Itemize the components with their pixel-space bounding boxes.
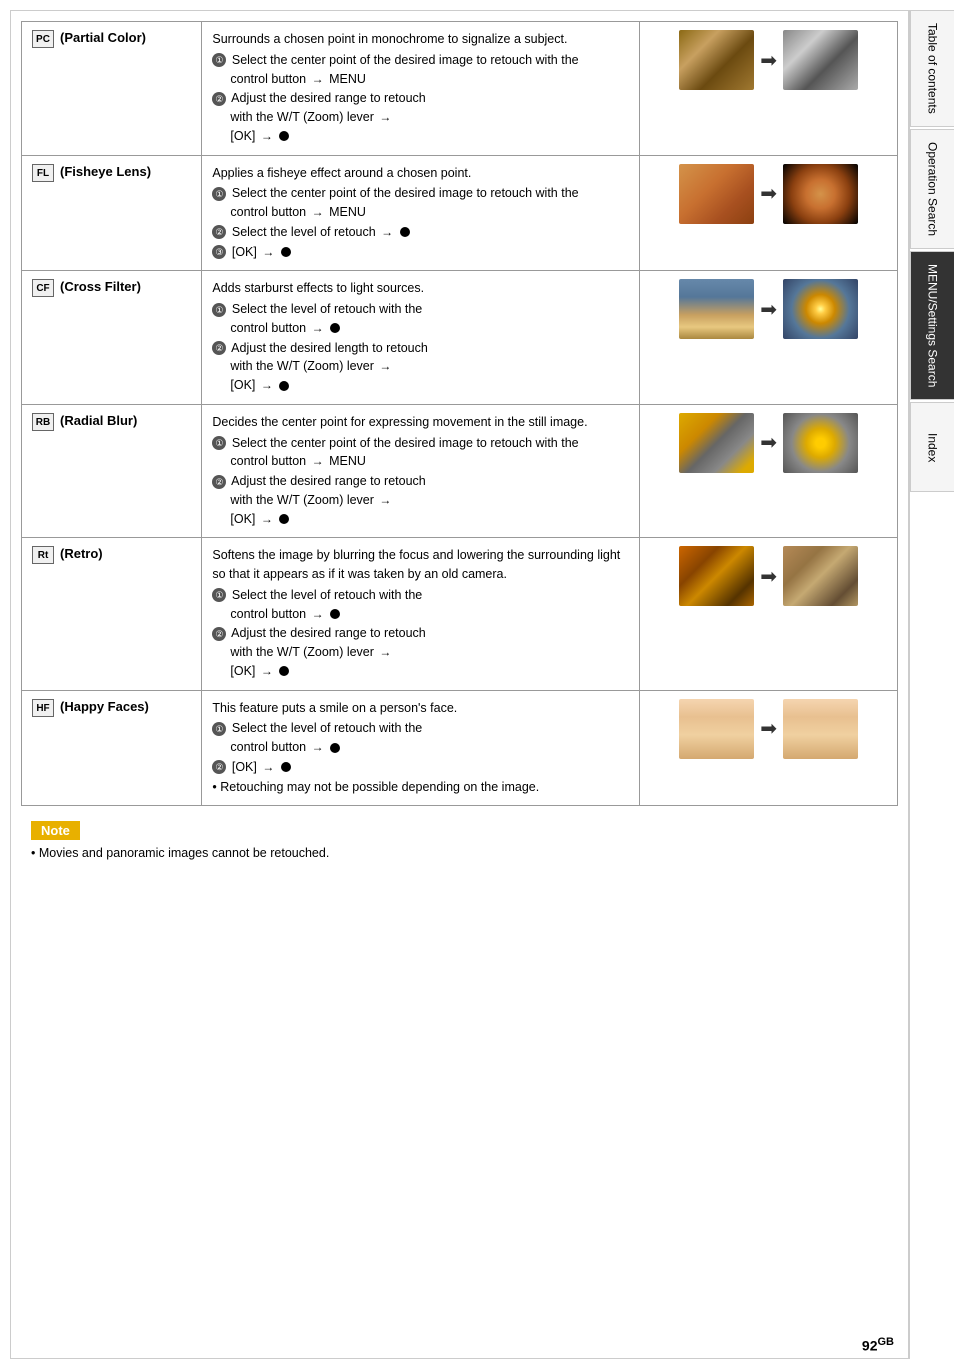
- feature-images-partial-color: ➡: [640, 22, 898, 156]
- step-1: ① Select the center point of the desired…: [212, 184, 629, 222]
- before-image: [679, 699, 754, 759]
- feature-images-cross-filter: ➡: [640, 271, 898, 405]
- step-2: ② [OK] →: [212, 758, 629, 777]
- after-image: [783, 164, 858, 224]
- feature-images-retro: ➡: [640, 538, 898, 690]
- step-2: ② Adjust the desired length to retouch w…: [212, 339, 629, 395]
- feature-images-fisheye: ➡: [640, 155, 898, 271]
- sidebar-tab-menu[interactable]: MENU/Settings Search: [910, 251, 954, 400]
- table-row: RB (Radial Blur) Decides the center poin…: [22, 404, 898, 538]
- after-image: [783, 546, 858, 606]
- radial-blur-icon: RB: [32, 413, 54, 431]
- table-row: HF (Happy Faces) This feature puts a smi…: [22, 690, 898, 806]
- arrow-icon: ➡: [760, 48, 777, 73]
- partial-color-icon: PC: [32, 30, 54, 48]
- step-3: ③ [OK] →: [212, 243, 629, 262]
- arrow-icon: ➡: [760, 430, 777, 455]
- happy-faces-icon: HF: [32, 699, 54, 717]
- feature-name-happy-faces: HF (Happy Faces): [22, 690, 202, 806]
- after-image: [783, 30, 858, 90]
- feature-name-cross-filter: CF (Cross Filter): [22, 271, 202, 405]
- after-image: [783, 699, 858, 759]
- feature-desc-radial-blur: Decides the center point for expressing …: [202, 404, 640, 538]
- feature-name-partial-color: PC (Partial Color): [22, 22, 202, 156]
- before-image: [679, 546, 754, 606]
- features-table: PC (Partial Color) Surrounds a chosen po…: [21, 21, 898, 806]
- after-image: [783, 279, 858, 339]
- feature-desc-partial-color: Surrounds a chosen point in monochrome t…: [202, 22, 640, 156]
- sidebar-tab-toc[interactable]: Table of contents: [910, 10, 954, 127]
- step-1: ① Select the level of retouch with the c…: [212, 719, 629, 757]
- step-num-2: ②: [212, 92, 226, 106]
- step-2: ② Adjust the desired range to retouch wi…: [212, 89, 629, 145]
- gb-label: GB: [878, 1336, 895, 1348]
- note-text: • Movies and panoramic images cannot be …: [31, 846, 888, 860]
- after-image: [783, 413, 858, 473]
- sidebar-tab-operation[interactable]: Operation Search: [910, 129, 954, 249]
- before-image: [679, 413, 754, 473]
- cross-filter-icon: CF: [32, 279, 54, 297]
- table-row: PC (Partial Color) Surrounds a chosen po…: [22, 22, 898, 156]
- feature-desc-happy-faces: This feature puts a smile on a person's …: [202, 690, 640, 806]
- feature-desc-fisheye: Applies a fisheye effect around a chosen…: [202, 155, 640, 271]
- step-1: ① Select the center point of the desired…: [212, 434, 629, 472]
- note-badge: Note: [31, 821, 80, 840]
- step-2: ② Adjust the desired range to retouch wi…: [212, 624, 629, 680]
- arrow-icon: ➡: [760, 297, 777, 322]
- feature-images-radial-blur: ➡: [640, 404, 898, 538]
- right-sidebar: Table of contents Operation Search MENU/…: [909, 10, 954, 1359]
- feature-name-retro: Rt (Retro): [22, 538, 202, 690]
- feature-desc-cross-filter: Adds starburst effects to light sources.…: [202, 271, 640, 405]
- retro-icon: Rt: [32, 546, 54, 564]
- table-row: CF (Cross Filter) Adds starburst effects…: [22, 271, 898, 405]
- step-num-1: ①: [212, 53, 226, 67]
- feature-name-fisheye: FL (Fisheye Lens): [22, 155, 202, 271]
- feature-name-radial-blur: RB (Radial Blur): [22, 404, 202, 538]
- before-image: [679, 164, 754, 224]
- step-3: • Retouching may not be possible dependi…: [212, 778, 629, 797]
- sidebar-tab-index[interactable]: Index: [910, 402, 954, 492]
- before-image: [679, 30, 754, 90]
- step-1: ① Select the level of retouch with the c…: [212, 586, 629, 624]
- desc-intro: Surrounds a chosen point in monochrome t…: [212, 30, 629, 49]
- table-row: Rt (Retro) Softens the image by blurring…: [22, 538, 898, 690]
- note-section: Note • Movies and panoramic images canno…: [21, 816, 898, 865]
- feature-images-happy-faces: ➡: [640, 690, 898, 806]
- before-image: [679, 279, 754, 339]
- step-1: ① Select the level of retouch with the c…: [212, 300, 629, 338]
- fisheye-icon: FL: [32, 164, 54, 182]
- arrow-icon: ➡: [760, 564, 777, 589]
- arrow-icon: ➡: [760, 181, 777, 206]
- feature-desc-retro: Softens the image by blurring the focus …: [202, 538, 640, 690]
- step-1: ① Select the center point of the desired…: [212, 51, 629, 89]
- step-2: ② Select the level of retouch →: [212, 223, 629, 242]
- step-2: ② Adjust the desired range to retouch wi…: [212, 472, 629, 528]
- arrow-icon: ➡: [760, 716, 777, 741]
- table-row: FL (Fisheye Lens) Applies a fisheye effe…: [22, 155, 898, 271]
- page-number: 92GB: [862, 1336, 894, 1354]
